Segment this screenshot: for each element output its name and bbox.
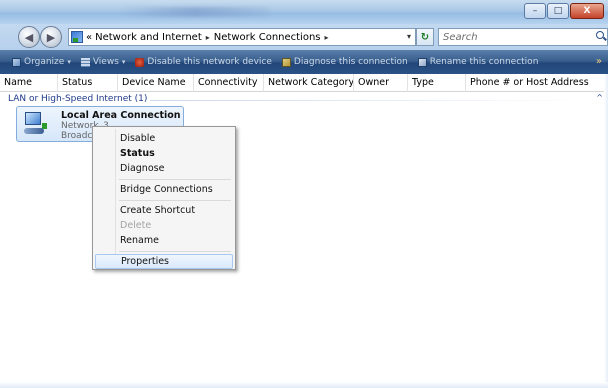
rename-connection-button[interactable]: Rename this connection — [417, 57, 539, 67]
breadcrumb-network-and-internet[interactable]: Network and Internet — [95, 32, 202, 43]
menu-item-properties[interactable]: Properties — [95, 254, 233, 269]
column-phone-or-host[interactable]: Phone # or Host Address — [466, 74, 608, 92]
connection-name: Local Area Connection — [61, 110, 181, 121]
window-title-blurred — [120, 7, 270, 17]
column-device-name[interactable]: Device Name — [118, 74, 194, 92]
back-button[interactable]: ◀ — [18, 26, 40, 48]
search-icon[interactable] — [596, 31, 604, 42]
search-input[interactable]: Search — [438, 28, 608, 46]
column-owner[interactable]: Owner — [354, 74, 408, 92]
window-right-edge — [604, 74, 608, 384]
menu-item-bridge-connections[interactable]: Bridge Connections — [95, 183, 233, 197]
views-button[interactable]: Views ▾ — [80, 57, 126, 67]
forward-button[interactable]: ▶ — [40, 26, 62, 48]
column-network-category[interactable]: Network Category — [264, 74, 354, 92]
organize-button[interactable]: Organize ▾ — [12, 57, 71, 67]
column-name[interactable]: Name — [0, 74, 58, 92]
menu-separator — [119, 200, 231, 201]
diagnose-connection-label: Diagnose this connection — [293, 57, 408, 67]
organize-icon — [12, 57, 21, 67]
menu-item-create-shortcut[interactable]: Create Shortcut — [95, 204, 233, 218]
chevron-down-icon: ▾ — [121, 58, 126, 66]
explorer-window: – □ X ◀ ▶ « Network and Internet ▸ Netwo… — [0, 0, 608, 388]
views-icon — [80, 57, 90, 67]
back-arrow-icon: ◀ — [24, 30, 34, 44]
organize-label: Organize — [24, 57, 65, 67]
maximize-button[interactable]: □ — [547, 3, 569, 19]
breadcrumb-separator-icon[interactable]: ▸ — [206, 33, 210, 42]
forward-arrow-icon: ▶ — [46, 30, 56, 44]
menu-item-rename[interactable]: Rename — [95, 234, 233, 248]
more-commands-icon[interactable]: » — [596, 56, 602, 67]
network-adapter-icon — [22, 111, 48, 137]
rename-icon — [417, 57, 427, 67]
views-label: Views — [92, 57, 119, 67]
address-overflow-chevron[interactable]: « — [86, 32, 92, 43]
column-connectivity[interactable]: Connectivity — [194, 74, 264, 92]
collapse-group-icon[interactable]: ^ — [596, 93, 603, 102]
title-bar[interactable]: – □ X — [0, 0, 608, 24]
minimize-button[interactable]: – — [524, 3, 546, 19]
address-bar-row: ◀ ▶ « Network and Internet ▸ Network Con… — [0, 24, 608, 50]
column-type[interactable]: Type — [408, 74, 466, 92]
chevron-down-icon: ▾ — [67, 58, 71, 66]
address-dropdown-icon[interactable]: ▾ — [407, 32, 411, 41]
refresh-icon: ↻ — [420, 31, 430, 43]
column-status[interactable]: Status — [58, 74, 118, 92]
menu-item-delete: Delete — [120, 220, 152, 231]
context-menu: Disable Status Diagnose Bridge Connectio… — [92, 126, 236, 270]
command-bar: Organize ▾ Views ▾ Disable this network … — [0, 50, 608, 74]
diagnose-connection-button[interactable]: Diagnose this connection — [281, 57, 408, 67]
disable-device-label: Disable this network device — [147, 57, 272, 67]
menu-separator — [119, 251, 231, 252]
group-divider — [150, 100, 590, 101]
search-placeholder: Search — [443, 31, 478, 43]
close-button[interactable]: X — [570, 3, 604, 19]
diagnose-icon — [281, 57, 291, 67]
network-folder-icon — [71, 31, 83, 43]
disable-device-button[interactable]: Disable this network device — [135, 57, 272, 67]
window-bottom-edge — [0, 382, 608, 388]
address-input[interactable]: « Network and Internet ▸ Network Connect… — [68, 28, 416, 46]
rename-connection-label: Rename this connection — [429, 57, 539, 67]
menu-item-diagnose[interactable]: Diagnose — [95, 162, 233, 176]
menu-separator — [119, 179, 231, 180]
breadcrumb-separator-icon[interactable]: ▸ — [325, 33, 329, 42]
column-header-row: Name Status Device Name Connectivity Net… — [0, 74, 608, 92]
menu-item-disable[interactable]: Disable — [95, 132, 233, 146]
menu-item-status[interactable]: Status — [95, 147, 233, 161]
breadcrumb-network-connections[interactable]: Network Connections — [214, 32, 321, 43]
group-header[interactable]: LAN or High-Speed Internet (1) — [8, 94, 147, 104]
refresh-button[interactable]: ↻ — [416, 28, 434, 46]
disable-icon — [135, 57, 145, 67]
caption-buttons: – □ X — [523, 3, 604, 19]
